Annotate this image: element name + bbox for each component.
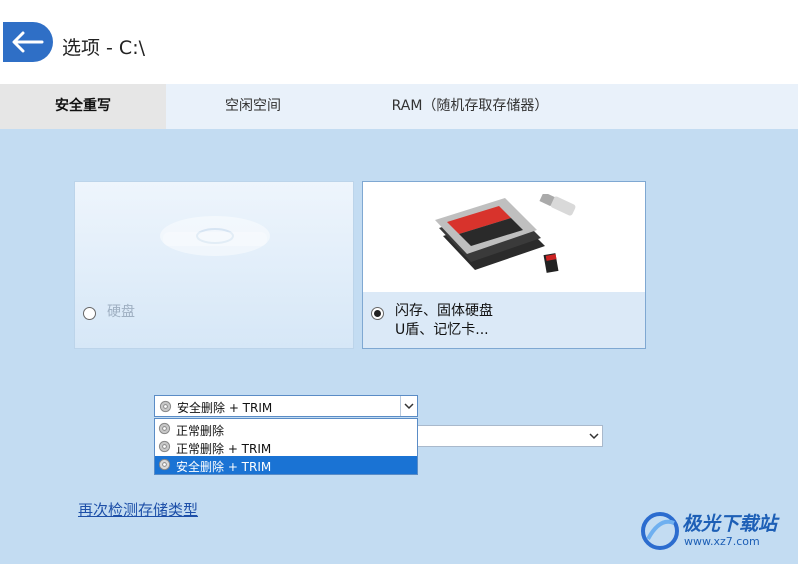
gear-icon <box>158 440 171 453</box>
option-normal-delete-trim[interactable]: 正常删除 + TRIM <box>155 438 417 456</box>
option-label: 安全删除 + TRIM <box>176 460 272 474</box>
tab-bar: 安全重写 空闲空间 RAM（随机存取存储器） <box>0 84 798 129</box>
options-panel: 硬盘 闪存、固体硬盘 U盾、记忆卡... 安全删除 + TRIM 正常删除 正常… <box>0 129 798 564</box>
flash-storage-image <box>363 182 645 292</box>
arrow-left-icon <box>12 31 44 53</box>
hard-disk-icon <box>160 216 270 256</box>
selected-method: 安全删除 + TRIM <box>177 401 273 415</box>
window-header: 选项 - C:\ <box>0 0 798 84</box>
dropdown-toggle[interactable] <box>400 396 417 416</box>
secondary-select[interactable] <box>418 425 603 447</box>
chevron-down-icon <box>589 433 599 440</box>
redetect-storage-link[interactable]: 再次检测存储类型 <box>78 499 198 520</box>
storage-card-flash[interactable]: 闪存、固体硬盘 U盾、记忆卡... <box>362 181 646 349</box>
option-label: 正常删除 + TRIM <box>176 442 272 456</box>
storage-card-hdd[interactable]: 硬盘 <box>74 181 354 349</box>
gear-icon <box>158 422 171 435</box>
radio-hdd[interactable] <box>83 307 96 320</box>
watermark-url: www.xz7.com <box>684 535 760 548</box>
tab-secure-overwrite[interactable]: 安全重写 <box>0 84 166 129</box>
option-label: 正常删除 <box>176 424 225 438</box>
radio-flash[interactable] <box>371 307 384 320</box>
back-button[interactable] <box>3 22 53 62</box>
hdd-label: 硬盘 <box>107 304 135 320</box>
gear-icon <box>158 458 171 471</box>
tab-ram[interactable]: RAM（随机存取存储器） <box>340 84 600 129</box>
watermark-text: 极光下载站 <box>682 513 778 535</box>
watermark: 极光下载站 www.xz7.com <box>640 507 792 557</box>
ssd-usb-card-icon <box>435 194 576 273</box>
chevron-down-icon <box>404 403 414 410</box>
flash-label-line2: U盾、记忆卡... <box>395 322 489 338</box>
tab-free-space[interactable]: 空闲空间 <box>166 84 340 129</box>
option-normal-delete[interactable]: 正常删除 <box>155 420 417 438</box>
erase-method-options: 正常删除 正常删除 + TRIM 安全删除 + TRIM <box>154 418 418 475</box>
option-secure-delete-trim[interactable]: 安全删除 + TRIM <box>155 456 417 474</box>
watermark-logo-icon <box>641 512 679 550</box>
page-title: 选项 - C:\ <box>62 37 146 59</box>
gear-icon <box>159 400 172 413</box>
erase-method-select[interactable]: 安全删除 + TRIM <box>154 395 418 417</box>
flash-label-line1: 闪存、固体硬盘 <box>395 303 493 319</box>
